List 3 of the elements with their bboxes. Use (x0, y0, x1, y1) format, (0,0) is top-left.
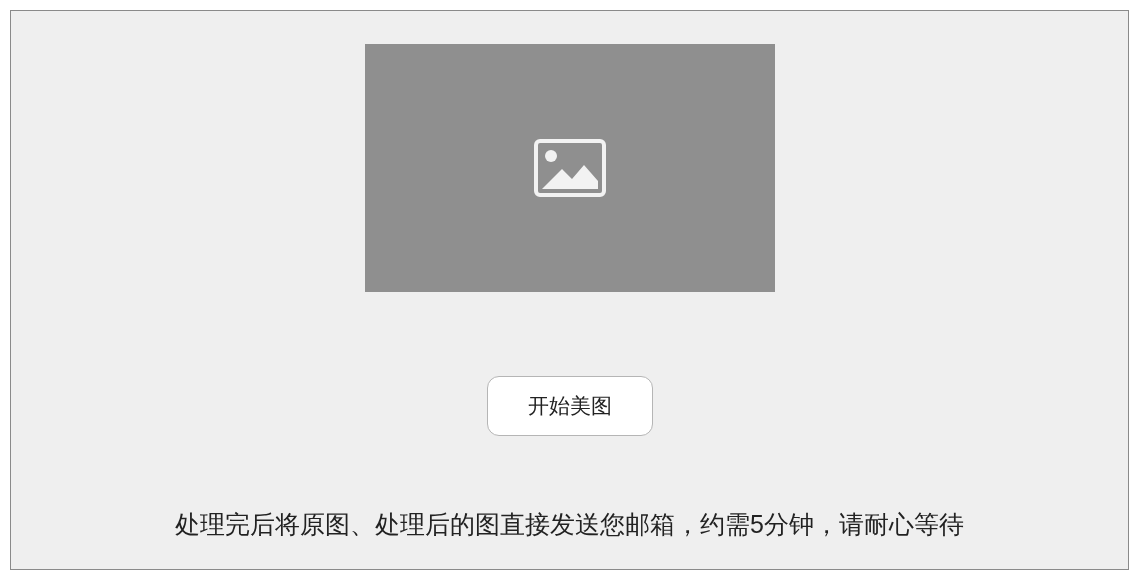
start-button[interactable]: 开始美图 (486, 376, 653, 436)
image-icon (533, 139, 606, 197)
notice-text: 处理完后将原图、处理后的图直接发送您邮箱，约需5分钟，请耐心等待 (175, 509, 964, 540)
